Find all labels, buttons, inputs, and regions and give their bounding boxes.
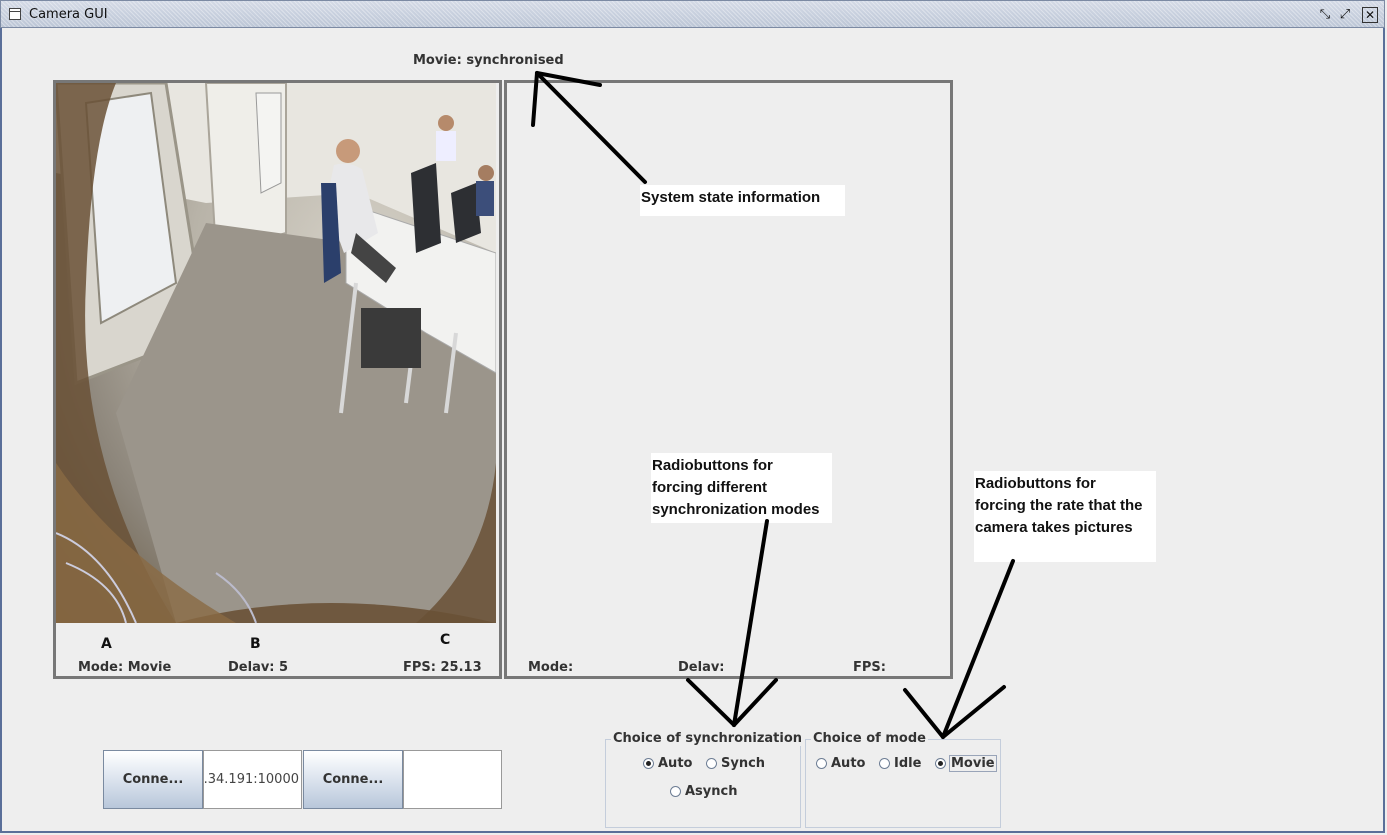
host-input-a[interactable]: 5.34.191:10000 bbox=[203, 750, 302, 809]
mode-radio-movie-label: Movie bbox=[949, 755, 997, 772]
annotation-mode-radios: Radiobuttons for forcing the rate that t… bbox=[974, 471, 1156, 562]
annotation-sync-radios: Radiobuttons for forcing different synch… bbox=[651, 453, 832, 523]
camera-a-delay: Delav: 5 bbox=[228, 660, 289, 675]
camera-panel-a: A B C Mode: Movie Delav: 5 FPS: 25.13 bbox=[53, 80, 502, 679]
camera-letter-a: A bbox=[101, 636, 112, 652]
mode-radio-idle-label: Idle bbox=[894, 756, 922, 771]
camera-b-mode: Mode: bbox=[528, 660, 574, 675]
camera-letter-c: C bbox=[440, 632, 451, 648]
sync-radio-auto[interactable]: Auto bbox=[643, 756, 692, 771]
radio-unselected-icon[interactable] bbox=[879, 758, 890, 769]
mode-radio-auto-label: Auto bbox=[831, 756, 866, 771]
arrow-mode bbox=[941, 559, 1015, 739]
sync-choice-group: Choice of synchronization Auto Synch Asy… bbox=[605, 731, 805, 828]
sync-radio-synch[interactable]: Synch bbox=[706, 756, 765, 771]
annotation-sync-line-3: synchronization modes bbox=[652, 501, 820, 518]
maximize-icon[interactable]: ⤢ bbox=[1337, 7, 1353, 23]
camera-a-mode: Mode: Movie bbox=[78, 660, 172, 675]
restore-icon[interactable]: ⤡ bbox=[1317, 7, 1333, 23]
window-app-icon bbox=[9, 8, 21, 20]
close-icon[interactable]: ✕ bbox=[1362, 7, 1378, 23]
radio-selected-icon[interactable] bbox=[935, 758, 946, 769]
window-titlebar[interactable]: Camera GUI ⤡ ⤢ ✕ bbox=[0, 0, 1385, 28]
annotation-state-info-text: System state information bbox=[641, 189, 821, 206]
camera-a-fps: FPS: 25.13 bbox=[403, 660, 482, 675]
mode-radio-movie[interactable]: Movie bbox=[935, 755, 997, 772]
connect-button-b[interactable]: Conne... bbox=[303, 750, 403, 809]
connect-button-a[interactable]: Conne... bbox=[103, 750, 203, 809]
radio-unselected-icon[interactable] bbox=[670, 786, 681, 797]
mode-radio-auto[interactable]: Auto bbox=[816, 756, 865, 771]
camera-b-fps: FPS: bbox=[853, 660, 886, 675]
mode-choice-group: Choice of mode Auto Idle Movie bbox=[805, 731, 1001, 828]
camera-feed-image bbox=[56, 83, 496, 623]
radio-unselected-icon[interactable] bbox=[816, 758, 827, 769]
sync-radio-asynch[interactable]: Asynch bbox=[670, 784, 738, 799]
arrow-sync-head-a bbox=[686, 678, 736, 727]
radio-selected-icon[interactable] bbox=[643, 758, 654, 769]
annotation-sync-line-1: Radiobuttons for bbox=[652, 457, 773, 474]
arrow-mode-head-b bbox=[941, 685, 1006, 739]
sync-group-title: Choice of synchronization bbox=[611, 731, 805, 746]
sync-radio-asynch-label: Asynch bbox=[685, 784, 738, 799]
sync-radio-auto-label: Auto bbox=[658, 756, 693, 771]
window-title: Camera GUI bbox=[29, 7, 108, 22]
camera-b-delay: Delav: bbox=[678, 660, 725, 675]
camera-letter-b: B bbox=[250, 636, 261, 652]
annotation-sync-line-2: forcing different bbox=[652, 479, 767, 496]
arrow-sync-head-b bbox=[732, 678, 778, 727]
annotation-state-info: System state information bbox=[640, 185, 845, 216]
mode-group-title: Choice of mode bbox=[811, 731, 928, 746]
radio-unselected-icon[interactable] bbox=[706, 758, 717, 769]
annotation-mode-line-2: forcing the rate that the bbox=[975, 497, 1143, 514]
sync-radio-synch-label: Synch bbox=[721, 756, 766, 771]
system-state-label: Movie: synchronised bbox=[413, 53, 564, 68]
host-input-b[interactable] bbox=[403, 750, 502, 809]
camera-feed-drawing bbox=[56, 83, 496, 623]
arrow-mode-head-a bbox=[903, 688, 945, 739]
camera-panel-b: Mode: Delav: FPS: bbox=[504, 80, 953, 679]
mode-radio-idle[interactable]: Idle bbox=[879, 756, 921, 771]
annotation-mode-line-1: Radiobuttons for bbox=[975, 475, 1096, 492]
annotation-mode-line-3: camera takes pictures bbox=[975, 519, 1133, 536]
